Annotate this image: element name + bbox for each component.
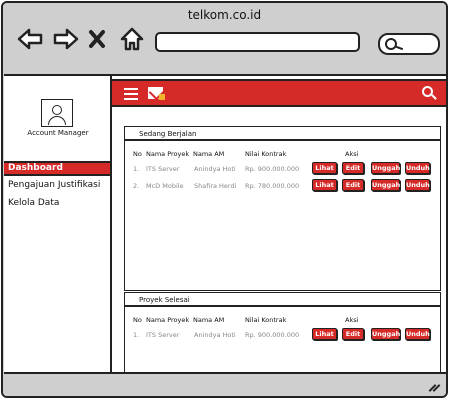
panel-title: Proyek Selesai [125, 293, 440, 307]
col-no: No [133, 150, 142, 158]
cell-am: Shafira Herdi [194, 182, 237, 190]
main-content: Sedang Berjalan No Nama Proyek Nama AM N… [112, 76, 446, 372]
cell-nilai: Rp. 900.000.000 [245, 165, 300, 173]
hamburger-icon[interactable] [124, 88, 138, 100]
panel-sedang-berjalan: Sedang Berjalan No Nama Proyek Nama AM N… [124, 126, 441, 291]
lihat-button[interactable]: Lihat [312, 162, 337, 174]
sidebar-menu: Dashboard Pengajuan Justifikasi Kelola D… [4, 161, 110, 213]
page-url-title: telkom.co.id [187, 8, 262, 22]
cell-proyek: McD Mobile [146, 182, 184, 190]
col-nilai-kontrak: Nilai Kontrak [245, 316, 287, 324]
cell-no: 1. [133, 165, 140, 173]
edit-button[interactable]: Edit [342, 162, 364, 174]
panel-proyek-selesai: Proyek Selesai No Nama Proyek Nama AM Ni… [124, 292, 441, 372]
unduh-button[interactable]: Unduh [405, 328, 430, 340]
edit-button[interactable]: Edit [342, 328, 364, 340]
search-icon [385, 38, 397, 50]
table-header: No Nama Proyek Nama AM Nilai Kontrak Aks… [131, 313, 440, 327]
status-bar [3, 376, 446, 396]
avatar [41, 99, 73, 127]
unduh-button[interactable]: Unduh [405, 162, 430, 174]
cell-am: Anindya Hoti [194, 331, 236, 339]
close-icon[interactable] [87, 25, 107, 53]
home-icon[interactable] [117, 25, 147, 53]
table-row: 2. McD Mobile Shafira Herdi Rp. 780.000.… [131, 178, 440, 195]
cell-no: 2. [133, 182, 140, 190]
address-bar[interactable] [155, 32, 360, 52]
unggah-button[interactable]: Unggah [371, 328, 400, 340]
top-navbar [112, 79, 446, 107]
cell-am: Anindya Hoti [194, 165, 236, 173]
table-header: No Nama Proyek Nama AM Nilai Kontrak Aks… [131, 147, 440, 161]
table-row: 1. ITS Server Anindya Hoti Rp. 900.000.0… [131, 161, 440, 178]
cell-no: 1. [133, 331, 140, 339]
resize-grip-icon[interactable] [428, 382, 441, 392]
cell-nilai: Rp. 780.000.000 [245, 182, 300, 190]
browser-search-box[interactable] [378, 33, 440, 55]
table-row: 1. ITS Server Anindya Hoti Rp. 900.000.0… [131, 327, 440, 344]
col-nama-am: Nama AM [193, 316, 225, 324]
cell-proyek: ITS Server [146, 331, 180, 339]
col-nama-am: Nama AM [193, 150, 225, 158]
col-aksi: Aksi [345, 150, 359, 158]
panel-title: Sedang Berjalan [125, 127, 440, 141]
unggah-button[interactable]: Unggah [371, 179, 400, 191]
user-role-label: Account Manager [27, 129, 89, 137]
sidebar-item-pengajuan-justifikasi[interactable]: Pengajuan Justifikasi [4, 177, 110, 194]
edit-button[interactable]: Edit [342, 179, 364, 191]
col-aksi: Aksi [345, 316, 359, 324]
col-nama-proyek: Nama Proyek [146, 150, 190, 158]
forward-arrow-icon[interactable] [51, 25, 81, 53]
unduh-button[interactable]: Unduh [405, 179, 430, 191]
col-no: No [133, 316, 142, 324]
cell-proyek: ITS Server [146, 165, 180, 173]
sidebar-item-kelola-data[interactable]: Kelola Data [4, 195, 110, 212]
browser-chrome: telkom.co.id [3, 3, 446, 73]
col-nama-proyek: Nama Proyek [146, 316, 190, 324]
browser-window: telkom.co.id Account Manager Dashboard P… [1, 1, 448, 398]
unggah-button[interactable]: Unggah [371, 162, 400, 174]
sidebar-item-dashboard[interactable]: Dashboard [4, 161, 110, 176]
sidebar: Account Manager Dashboard Pengajuan Just… [4, 76, 112, 372]
cell-nilai: Rp. 900.000.000 [245, 331, 300, 339]
lihat-button[interactable]: Lihat [312, 328, 337, 340]
page-viewport: Account Manager Dashboard Pengajuan Just… [4, 74, 446, 374]
search-icon[interactable] [422, 86, 437, 100]
back-arrow-icon[interactable] [15, 25, 45, 53]
lihat-button[interactable]: Lihat [312, 179, 337, 191]
mail-icon[interactable] [148, 87, 165, 100]
col-nilai-kontrak: Nilai Kontrak [245, 150, 287, 158]
